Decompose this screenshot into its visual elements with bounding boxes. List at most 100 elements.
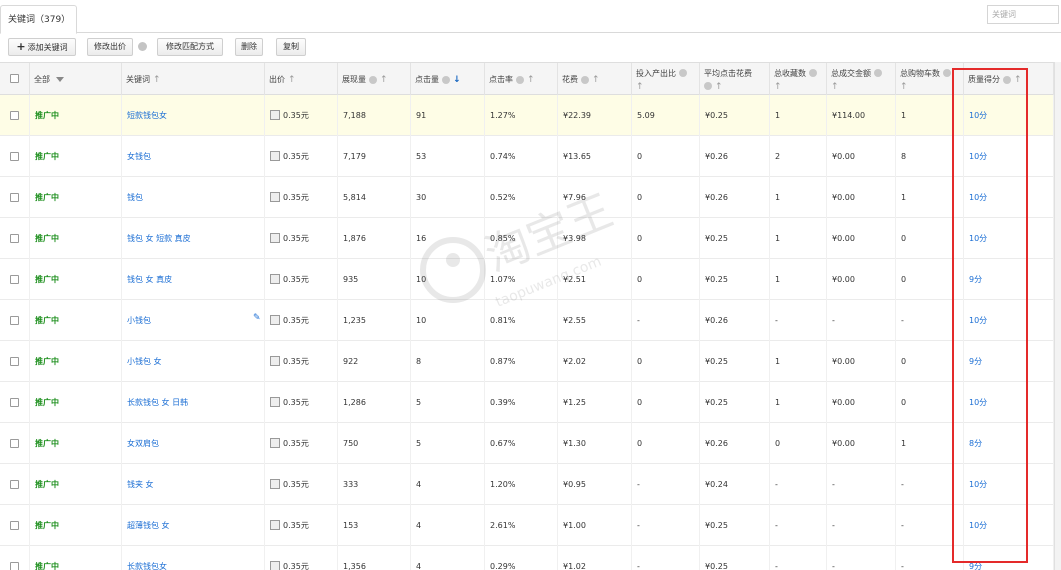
bid-edit-icon[interactable] xyxy=(270,396,280,407)
row-checkbox[interactable] xyxy=(10,398,19,407)
edit-pencil-icon[interactable]: ✎ xyxy=(253,313,261,323)
row-checkbox[interactable] xyxy=(10,480,19,489)
row-checkbox[interactable] xyxy=(10,234,19,243)
cell-status[interactable]: 推广中 xyxy=(30,218,122,259)
vertical-scrollbar[interactable] xyxy=(1054,62,1061,570)
cell-status[interactable]: 推广中 xyxy=(30,136,122,177)
cell-bid[interactable]: 0.35元 xyxy=(265,464,338,505)
cell-status[interactable]: 推广中 xyxy=(30,259,122,300)
row-checkbox[interactable] xyxy=(10,562,19,570)
modify-bid-button[interactable]: 修改出价 xyxy=(87,38,133,56)
cell-quality[interactable]: 10分 xyxy=(964,95,1054,136)
bid-edit-icon[interactable] xyxy=(270,560,280,570)
tab-keywords[interactable]: 关键词（379） xyxy=(0,5,77,34)
header-bid[interactable]: 出价 ↑ xyxy=(265,63,338,96)
cell-status[interactable]: 推广中 xyxy=(30,505,122,546)
cell-status[interactable]: 推广中 xyxy=(30,382,122,423)
help-icon[interactable] xyxy=(516,75,524,84)
row-checkbox[interactable] xyxy=(10,111,19,120)
select-all-checkbox[interactable] xyxy=(10,74,19,83)
cell-quality[interactable]: 10分 xyxy=(964,218,1054,259)
cell-bid[interactable]: 0.35元 xyxy=(265,259,338,300)
bid-edit-icon[interactable] xyxy=(270,314,280,325)
row-checkbox[interactable] xyxy=(10,439,19,448)
cell-status[interactable]: 推广中 xyxy=(30,423,122,464)
help-icon[interactable] xyxy=(581,75,589,84)
bid-edit-icon[interactable] xyxy=(270,273,280,284)
cell-keyword[interactable]: 女钱包 xyxy=(122,136,265,177)
cell-status[interactable]: 推广中 xyxy=(30,464,122,505)
bid-edit-icon[interactable] xyxy=(270,232,280,243)
row-checkbox[interactable] xyxy=(10,275,19,284)
header-cart[interactable]: 总购物车数 ↑ xyxy=(896,63,964,96)
cell-keyword[interactable]: 小钱包 xyxy=(122,300,265,341)
cell-keyword[interactable]: 长款钱包女 xyxy=(122,546,265,570)
cell-quality[interactable]: 10分 xyxy=(964,300,1054,341)
cell-bid[interactable]: 0.35元 xyxy=(265,423,338,464)
cell-quality[interactable]: 10分 xyxy=(964,177,1054,218)
bid-edit-icon[interactable] xyxy=(270,355,280,366)
bid-edit-icon[interactable] xyxy=(270,519,280,530)
cell-keyword[interactable]: 钱夹 女 xyxy=(122,464,265,505)
search-input[interactable] xyxy=(987,5,1059,24)
bid-edit-icon[interactable] xyxy=(270,437,280,448)
cell-quality[interactable]: 9分 xyxy=(964,546,1054,570)
header-clicks[interactable]: 点击量 ↓ xyxy=(411,63,485,96)
help-icon[interactable] xyxy=(442,75,450,84)
header-avg-cpc[interactable]: 平均点击花费 ↑ xyxy=(700,63,770,96)
row-checkbox[interactable] xyxy=(10,521,19,530)
help-icon[interactable] xyxy=(369,75,377,84)
header-gmv[interactable]: 总成交金额 ↑ xyxy=(827,63,896,96)
cell-quality[interactable]: 10分 xyxy=(964,382,1054,423)
bid-edit-icon[interactable] xyxy=(270,109,280,120)
help-icon[interactable] xyxy=(704,82,712,90)
cell-status[interactable]: 推广中 xyxy=(30,177,122,218)
cell-keyword[interactable]: 钱包 女 短款 真皮 xyxy=(122,218,265,259)
cell-status[interactable]: 推广中 xyxy=(30,546,122,570)
help-icon[interactable] xyxy=(138,42,147,51)
header-status-filter[interactable]: 全部 xyxy=(30,63,122,96)
help-icon[interactable] xyxy=(809,69,817,77)
cell-quality[interactable]: 9分 xyxy=(964,259,1054,300)
help-icon[interactable] xyxy=(943,69,951,77)
row-checkbox[interactable] xyxy=(10,193,19,202)
cell-bid[interactable]: 0.35元 xyxy=(265,136,338,177)
help-icon[interactable] xyxy=(679,69,687,77)
cell-status[interactable]: 推广中 xyxy=(30,300,122,341)
delete-button[interactable]: 删除 xyxy=(235,38,263,56)
cell-quality[interactable]: 10分 xyxy=(964,505,1054,546)
header-impressions[interactable]: 展现量 ↑ xyxy=(338,63,411,96)
help-icon[interactable] xyxy=(1003,75,1011,84)
help-icon[interactable] xyxy=(874,69,882,77)
cell-bid[interactable]: 0.35元 xyxy=(265,95,338,136)
header-cost[interactable]: 花费 ↑ xyxy=(558,63,632,96)
cell-keyword[interactable]: 钱包 女 真皮 xyxy=(122,259,265,300)
cell-bid[interactable]: 0.35元 xyxy=(265,546,338,570)
cell-bid[interactable]: 0.35元 xyxy=(265,382,338,423)
add-keyword-button[interactable]: + 添加关键词 xyxy=(8,38,76,56)
cell-bid[interactable]: 0.35元 xyxy=(265,218,338,259)
cell-keyword[interactable]: 超薄钱包 女 xyxy=(122,505,265,546)
cell-keyword[interactable]: 长款钱包 女 日韩 xyxy=(122,382,265,423)
bid-edit-icon[interactable] xyxy=(270,191,280,202)
cell-bid[interactable]: 0.35元 xyxy=(265,505,338,546)
header-roi[interactable]: 投入产出比 ↑ xyxy=(632,63,700,96)
cell-quality[interactable]: 10分 xyxy=(964,136,1054,177)
row-checkbox[interactable] xyxy=(10,357,19,366)
header-favorites[interactable]: 总收藏数 ↑ xyxy=(770,63,827,96)
bid-edit-icon[interactable] xyxy=(270,478,280,489)
cell-status[interactable]: 推广中 xyxy=(30,95,122,136)
header-keyword[interactable]: 关键词 ↑ xyxy=(122,63,265,96)
cell-keyword[interactable]: 短款钱包女 xyxy=(122,95,265,136)
row-checkbox[interactable] xyxy=(10,316,19,325)
cell-bid[interactable]: 0.35元 xyxy=(265,177,338,218)
header-quality[interactable]: 质量得分 ↑ xyxy=(964,63,1054,96)
cell-quality[interactable]: 8分 xyxy=(964,423,1054,464)
cell-quality[interactable]: 9分 xyxy=(964,341,1054,382)
cell-status[interactable]: 推广中 xyxy=(30,341,122,382)
header-ctr[interactable]: 点击率 ↑ xyxy=(485,63,558,96)
cell-keyword[interactable]: 女双肩包 xyxy=(122,423,265,464)
cell-bid[interactable]: 0.35元 xyxy=(265,341,338,382)
cell-keyword[interactable]: 小钱包 女 xyxy=(122,341,265,382)
bid-edit-icon[interactable] xyxy=(270,150,280,161)
